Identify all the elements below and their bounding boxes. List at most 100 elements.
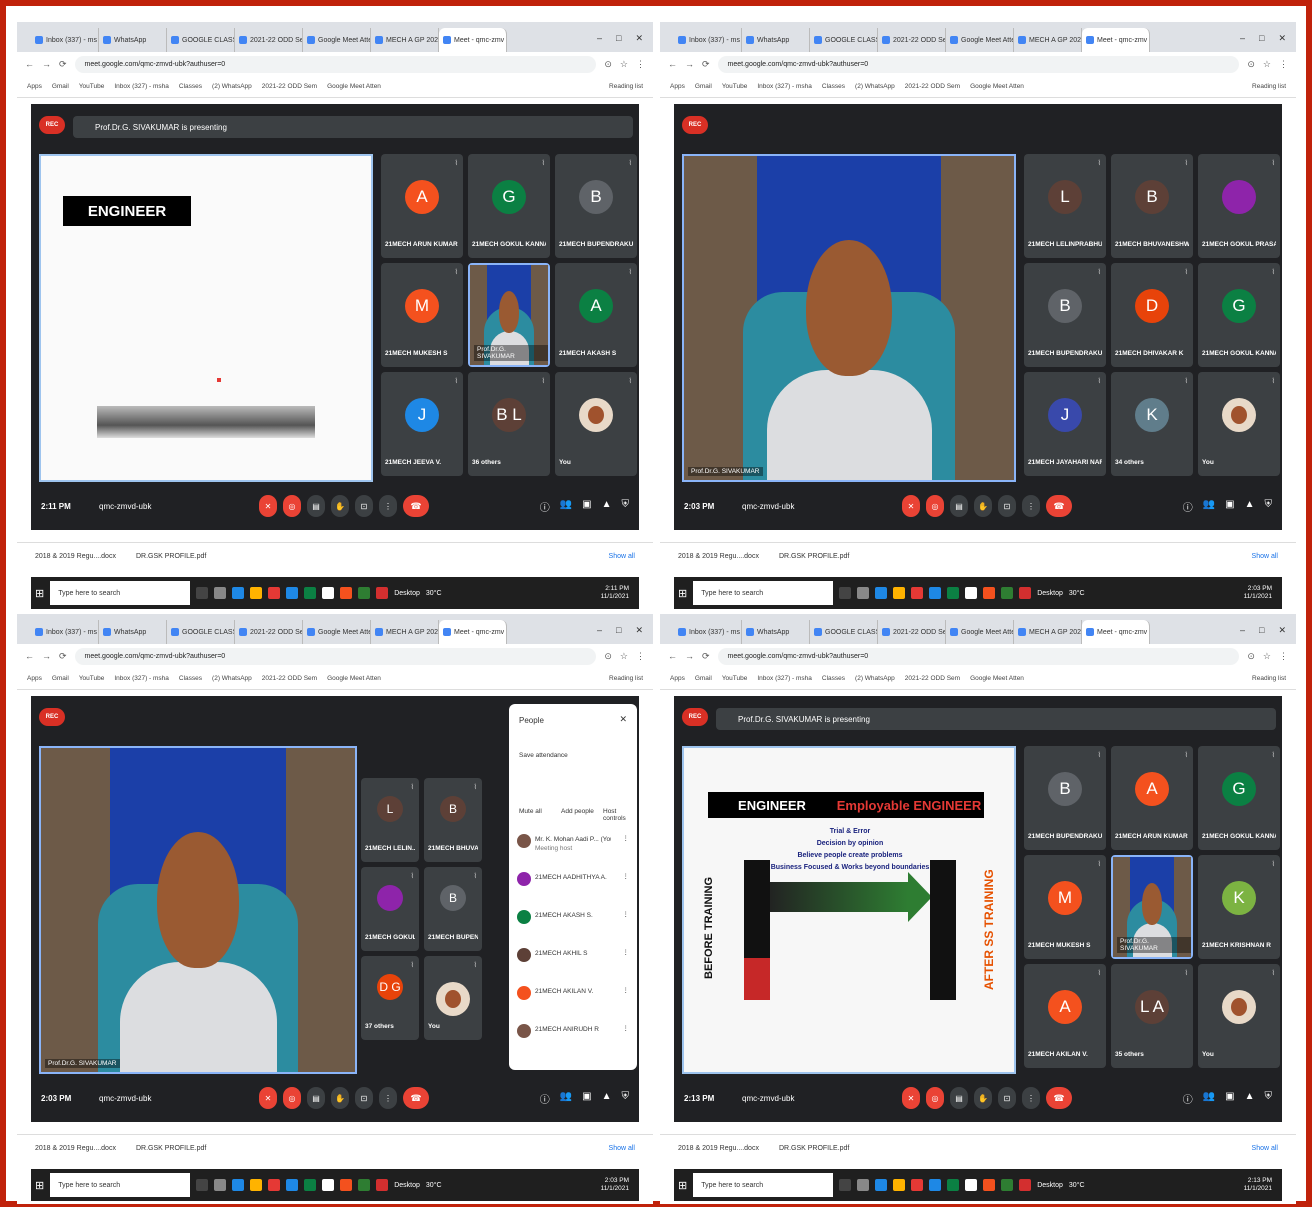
bookmark-item[interactable]: Google Meet Atten: [327, 83, 381, 90]
taskbar-app-icon[interactable]: [929, 587, 942, 599]
browser-tab[interactable]: 2021-22 ODD Se: [878, 620, 946, 644]
star-icon[interactable]: ☆: [620, 651, 628, 662]
star-icon[interactable]: ☆: [620, 59, 628, 70]
bookmark-item[interactable]: (2) WhatsApp: [212, 675, 252, 682]
bookmark-item[interactable]: Google Meet Atten: [327, 675, 381, 682]
chat-icon[interactable]: ▣: [1225, 1091, 1234, 1106]
chat-icon[interactable]: ▣: [1225, 499, 1234, 514]
bookmark-item[interactable]: Gmail: [52, 675, 69, 682]
browser-tab[interactable]: WhatsApp: [742, 28, 810, 52]
bookmark-item[interactable]: Apps: [27, 83, 42, 90]
end-call-button[interactable]: ☎: [1046, 1087, 1072, 1109]
participant-tile[interactable]: ⌇ B 21MECH BUPENDRAKUM...: [1024, 263, 1106, 367]
participant-tile[interactable]: ⌇ B 21MECH BUPENDRAKUM...: [1024, 746, 1106, 850]
people-icon[interactable]: 👥: [1203, 499, 1215, 514]
browser-tab[interactable]: GOOGLE CLASS: [810, 620, 878, 644]
bookmark-item[interactable]: 2021-22 ODD Sem: [262, 83, 317, 90]
taskbar-app-icon[interactable]: [983, 1179, 996, 1191]
participant-tile[interactable]: ⌇ A 21MECH ARUN KUMAR S.: [1111, 746, 1193, 850]
activities-icon[interactable]: ▲: [1245, 499, 1255, 514]
close-icon[interactable]: ✕: [1278, 625, 1286, 636]
taskbar-app-icon[interactable]: [214, 1179, 227, 1191]
taskbar-app-icon[interactable]: [196, 587, 209, 599]
browser-tab[interactable]: GOOGLE CLASS: [167, 620, 235, 644]
browser-tab[interactable]: Meet - qmc-zmv: [1082, 620, 1150, 644]
taskbar-app-icon[interactable]: [911, 1179, 924, 1191]
browser-tab[interactable]: 2021-22 ODD Se: [235, 620, 303, 644]
browser-tab[interactable]: MECH A GP 2021: [1014, 28, 1082, 52]
taskbar-app-icon[interactable]: [875, 587, 888, 599]
forward-icon[interactable]: →: [42, 651, 51, 661]
maximize-icon[interactable]: □: [616, 625, 621, 636]
browser-tab[interactable]: MECH A GP 2021: [1014, 620, 1082, 644]
bookmark-item[interactable]: Classes: [822, 83, 845, 90]
participant-tile[interactable]: ⌇ M 21MECH MUKESH S: [1024, 855, 1106, 959]
taskbar-app-icon[interactable]: [376, 587, 389, 599]
participant-tile[interactable]: ⌇ 21MECH GOKUL...: [361, 867, 419, 951]
bookmark-item[interactable]: Gmail: [52, 83, 69, 90]
people-icon[interactable]: 👥: [560, 1091, 572, 1106]
taskbar-app-icon[interactable]: [196, 1179, 209, 1191]
taskbar-app-icon[interactable]: [322, 587, 335, 599]
taskbar-app-icon[interactable]: [947, 1179, 960, 1191]
browser-tab[interactable]: WhatsApp: [742, 620, 810, 644]
raise-hand-icon[interactable]: ✋: [331, 1087, 349, 1109]
browser-tab[interactable]: Inbox (337) - ms: [31, 620, 99, 644]
raise-hand-icon[interactable]: ✋: [974, 1087, 992, 1109]
captions-icon[interactable]: ▤: [307, 1087, 325, 1109]
download-item[interactable]: DR.GSK PROFILE.pdf: [779, 553, 849, 560]
browser-tab[interactable]: Google Meet Atte: [303, 28, 371, 52]
participant-tile[interactable]: ⌇ You: [1198, 964, 1280, 1068]
taskbar-app-icon[interactable]: [268, 1179, 281, 1191]
captions-icon[interactable]: ▤: [950, 1087, 968, 1109]
taskbar-app-icon[interactable]: [983, 587, 996, 599]
bookmark-item[interactable]: YouTube: [722, 675, 748, 682]
more-options-icon[interactable]: ⋮: [623, 834, 630, 842]
participant-tile[interactable]: ⌇ You: [1198, 372, 1280, 476]
end-call-button[interactable]: ☎: [403, 1087, 429, 1109]
browser-tab[interactable]: Inbox (337) - ms: [674, 28, 742, 52]
forward-icon[interactable]: →: [42, 59, 51, 69]
taskbar-app-icon[interactable]: [839, 587, 852, 599]
camera-off-icon[interactable]: ◎: [283, 495, 301, 517]
download-item[interactable]: DR.GSK PROFILE.pdf: [779, 1145, 849, 1152]
info-icon[interactable]: ⓘ: [540, 1091, 550, 1106]
minimize-icon[interactable]: –: [1240, 33, 1245, 44]
browser-tab[interactable]: Meet - qmc-zmv: [439, 620, 507, 644]
participant-tile[interactable]: ⌇ G 21MECH GOKUL KANNA...: [1198, 263, 1280, 367]
participant-tile[interactable]: ⌇ K 21MECH KRISHNAN R: [1198, 855, 1280, 959]
taskbar-app-icon[interactable]: [250, 587, 263, 599]
bookmark-item[interactable]: Inbox (327) - msha: [757, 675, 812, 682]
browser-tab[interactable]: Meet - qmc-zmv: [1082, 28, 1150, 52]
taskbar-app-icon[interactable]: [376, 1179, 389, 1191]
minimize-icon[interactable]: –: [1240, 625, 1245, 636]
activities-icon[interactable]: ▲: [1245, 1091, 1255, 1106]
bookmark-item[interactable]: Reading list: [1252, 83, 1286, 90]
participant-tile[interactable]: ⌇ L A 35 others: [1111, 964, 1193, 1068]
browser-tab[interactable]: GOOGLE CLASS: [810, 28, 878, 52]
more-icon[interactable]: ⋮: [1022, 495, 1040, 517]
close-icon[interactable]: ✕: [635, 33, 643, 44]
show-all-button[interactable]: Show all: [609, 553, 635, 560]
raise-hand-icon[interactable]: ✋: [974, 495, 992, 517]
shield-icon[interactable]: ⛨: [1265, 1091, 1273, 1106]
participant-tile[interactable]: ⌇ B 21MECH BHUVANESHWA...: [1111, 154, 1193, 258]
taskbar-app-icon[interactable]: [358, 587, 371, 599]
end-call-button[interactable]: ☎: [1046, 495, 1072, 517]
url-field[interactable]: meet.google.com/qmc-zmvd-ubk?authuser=0: [717, 647, 1240, 665]
start-icon[interactable]: ⊞: [678, 1179, 687, 1192]
star-icon[interactable]: ☆: [1263, 59, 1271, 70]
info-icon[interactable]: ⓘ: [1183, 499, 1193, 514]
taskbar-search[interactable]: Type here to search: [50, 1173, 191, 1197]
taskbar-app-icon[interactable]: [322, 1179, 335, 1191]
bookmark-item[interactable]: Inbox (327) - msha: [757, 83, 812, 90]
download-item[interactable]: DR.GSK PROFILE.pdf: [136, 553, 206, 560]
minimize-icon[interactable]: –: [597, 625, 602, 636]
taskbar-app-icon[interactable]: [857, 587, 870, 599]
participant-tile[interactable]: ⌇ J 21MECH JEEVA V.: [381, 372, 463, 476]
camera-off-icon[interactable]: ◎: [926, 495, 944, 517]
bookmark-item[interactable]: Classes: [822, 675, 845, 682]
browser-tab[interactable]: Google Meet Atte: [946, 620, 1014, 644]
reload-icon[interactable]: ⟳: [59, 59, 67, 70]
start-icon[interactable]: ⊞: [35, 1179, 44, 1192]
